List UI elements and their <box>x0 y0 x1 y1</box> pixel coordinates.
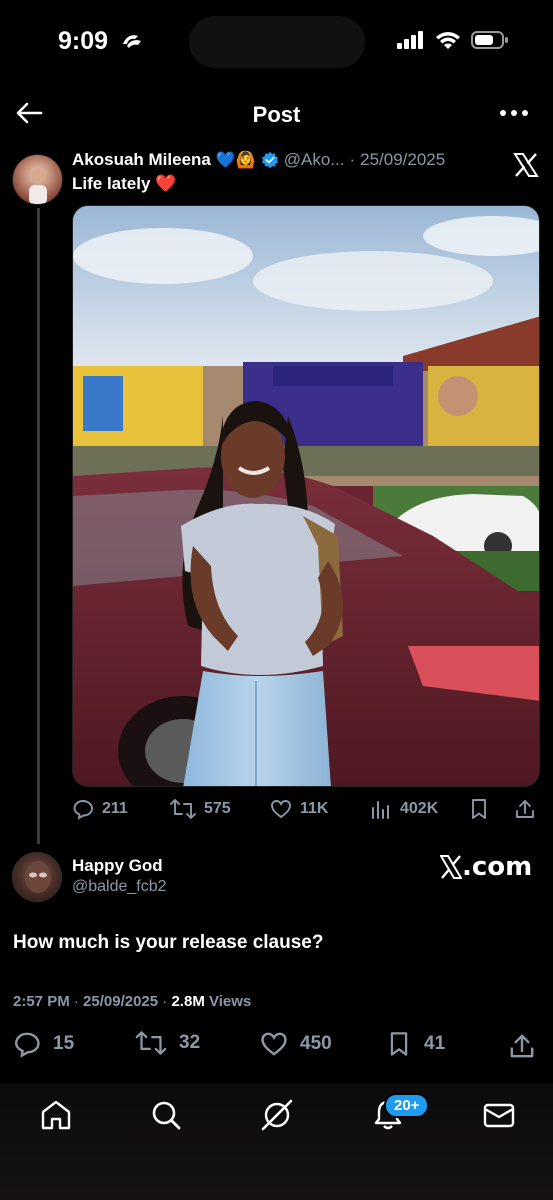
bookmark-icon <box>390 1032 408 1056</box>
like-action[interactable]: 11K <box>270 798 328 820</box>
share-icon[interactable] <box>508 1032 536 1060</box>
avatar[interactable] <box>12 154 63 205</box>
reply-meta: 2:57 PM · 25/09/2025 · 2.8M Views <box>13 993 251 1010</box>
post-photo[interactable] <box>72 205 540 787</box>
repost-action[interactable]: 575 <box>170 798 231 820</box>
home-icon[interactable] <box>38 1097 74 1133</box>
post-date: 25/09/2025 <box>360 150 446 169</box>
post-text: Life lately ❤️ <box>72 174 177 193</box>
system-icons <box>397 30 509 50</box>
x-logo-icon <box>513 153 539 177</box>
wifi-icon <box>436 32 460 49</box>
search-icon[interactable] <box>148 1097 184 1133</box>
author-row: Akosuah Mileena 💙🙆 @Ako... · 25/09/2025 <box>72 150 445 170</box>
views-icon <box>372 801 389 819</box>
separator: · <box>349 150 356 169</box>
reply-reply-action[interactable]: 15 <box>13 1030 74 1058</box>
status-bar: 9:09 <box>0 0 553 84</box>
share-icon[interactable] <box>514 798 536 820</box>
thread-line <box>37 208 40 844</box>
reply-like-count: 450 <box>300 1033 332 1054</box>
reply-like-action[interactable]: 450 <box>260 1030 332 1058</box>
reply-bookmark-action[interactable]: 41 <box>386 1030 445 1058</box>
author-handle[interactable]: @Ako... <box>284 150 345 170</box>
reply-date: 25/09/2025 <box>83 993 159 1010</box>
x-com-text: .com <box>462 852 533 882</box>
like-icon <box>261 1032 287 1056</box>
reply-repost-count: 32 <box>179 1032 201 1053</box>
x-logo-icon <box>440 855 462 879</box>
reply-icon <box>14 1032 40 1058</box>
name-emojis: 💙🙆 <box>215 152 256 169</box>
notifications-badge: 20+ <box>384 1093 430 1118</box>
separator: · <box>162 993 168 1010</box>
mail-icon[interactable] <box>481 1097 517 1133</box>
reply-views-label: Views <box>209 993 252 1010</box>
reply-bookmark-count: 41 <box>424 1033 446 1054</box>
grok-icon[interactable] <box>259 1097 295 1133</box>
sleep-focus-icon <box>123 35 141 48</box>
quoted-action-bar: 211 575 11K 402K <box>72 798 542 828</box>
reply-author-name[interactable]: Happy God <box>72 856 163 876</box>
reply-views-count[interactable]: 2.8M <box>171 993 204 1010</box>
page-title: Post <box>252 102 301 127</box>
verified-icon <box>261 151 278 169</box>
battery-icon <box>471 31 508 49</box>
dynamic-island <box>189 16 365 68</box>
views-count: 402K <box>400 800 439 817</box>
status-time: 9:09 <box>58 27 109 55</box>
like-icon <box>271 800 291 819</box>
reply-avatar[interactable] <box>12 852 62 902</box>
reply-count: 211 <box>102 800 128 817</box>
separator: · <box>73 993 79 1010</box>
bookmark-icon[interactable] <box>468 798 490 820</box>
reply-action-bar: 15 32 450 41 <box>0 1030 553 1066</box>
reply-icon <box>73 800 93 820</box>
views-action[interactable]: 402K <box>370 798 438 820</box>
reply-reply-count: 15 <box>53 1033 75 1054</box>
reply-action[interactable]: 211 <box>72 798 128 820</box>
more-icon[interactable] <box>497 98 531 128</box>
bottom-tab-bar: 20+ <box>0 1083 553 1200</box>
reply-text: How much is your release clause? <box>13 932 324 953</box>
post-header: Post <box>0 84 553 144</box>
author-name[interactable]: Akosuah Mileena <box>72 150 211 170</box>
reply-author-handle[interactable]: @balde_fcb2 <box>72 878 167 896</box>
repost-icon <box>170 799 196 819</box>
signal-icon <box>397 31 423 49</box>
repost-count: 575 <box>204 800 231 817</box>
reply-time: 2:57 PM <box>13 993 70 1010</box>
quoted-post[interactable]: Akosuah Mileena 💙🙆 @Ako... · 25/09/2025 … <box>0 146 553 846</box>
x-com-watermark: .com <box>440 852 532 882</box>
repost-icon <box>135 1031 167 1055</box>
like-count: 11K <box>300 800 329 817</box>
reply-repost-action[interactable]: 32 <box>135 1030 200 1056</box>
